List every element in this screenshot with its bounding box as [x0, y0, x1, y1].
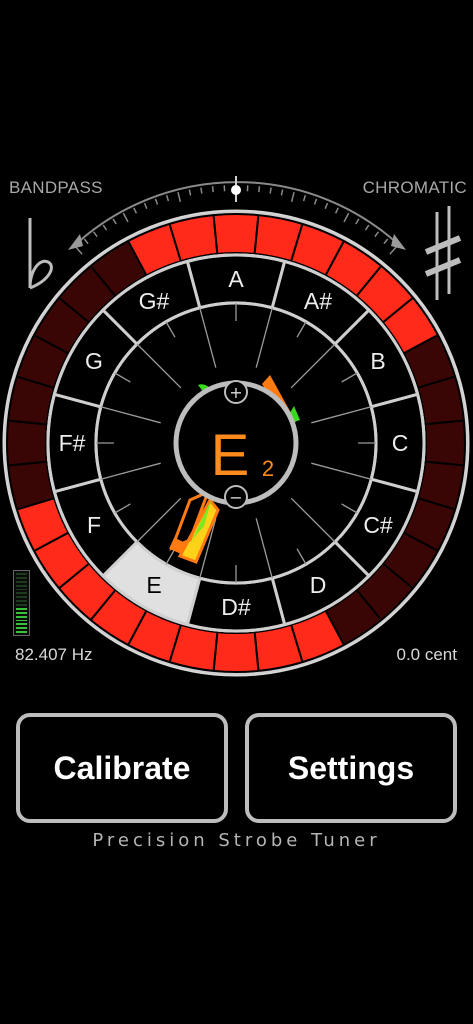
note-label: C#	[363, 512, 393, 538]
mode-arc-tick	[154, 198, 159, 205]
note-label: G	[85, 348, 103, 374]
signal-bar	[16, 607, 27, 610]
signal-bar	[16, 588, 27, 591]
svg-text:−: −	[229, 488, 242, 507]
mode-arc-tick	[102, 224, 108, 231]
frequency-readout: 82.407 Hz	[15, 645, 93, 664]
signal-bar	[16, 592, 27, 595]
mode-arc-tick	[280, 189, 284, 196]
signal-bar	[16, 573, 27, 575]
app-title-footer: Precision Strobe Tuner	[92, 830, 381, 851]
mode-arc-tick	[165, 195, 170, 202]
mode-arc-tick	[324, 202, 329, 209]
mode-arc-tick	[112, 218, 117, 225]
mode-arc-tick	[92, 231, 98, 238]
mode-arc-tick	[313, 198, 318, 205]
note-label: E	[146, 572, 161, 598]
signal-level-meter	[13, 570, 30, 636]
sensitivity-plus-button[interactable]: +	[224, 380, 248, 404]
signal-bar	[16, 615, 27, 618]
signal-bar	[16, 596, 27, 599]
mode-arc-tick	[74, 246, 83, 255]
current-octave-label: 2	[262, 456, 274, 481]
note-label: A#	[304, 288, 332, 314]
mode-arc-tick	[364, 224, 370, 231]
strobe-segment	[212, 630, 260, 673]
signal-bar	[16, 576, 27, 579]
note-label: D	[310, 572, 327, 598]
sensitivity-minus-button[interactable]: −	[224, 485, 248, 509]
mode-arc-tick	[389, 246, 398, 255]
flat-icon[interactable]	[28, 218, 53, 290]
strobe-segment	[6, 419, 49, 467]
mode-arc-tick	[374, 231, 380, 238]
arrow-right-icon	[391, 234, 406, 250]
mode-arc-tick	[302, 195, 307, 202]
mode-arc-tick	[177, 191, 182, 203]
mode-arc-tick	[133, 207, 138, 214]
note-label: B	[370, 348, 385, 374]
strobe-segment	[212, 213, 260, 256]
note-label: A	[228, 266, 244, 292]
mode-arc-tick	[258, 186, 261, 193]
signal-bar	[16, 627, 27, 630]
strobe-segment	[423, 419, 466, 467]
mode-arc-tick	[269, 187, 272, 194]
settings-button[interactable]: Settings	[245, 713, 457, 823]
signal-bar	[16, 584, 27, 587]
signal-bar	[16, 580, 27, 583]
mode-arc-tick	[143, 202, 148, 209]
signal-bar	[16, 631, 27, 633]
note-label: D#	[221, 594, 251, 620]
arrow-left-icon	[68, 234, 83, 250]
mode-arc-tick	[83, 238, 89, 245]
current-note-label: E	[211, 423, 250, 488]
mode-arc-tick	[211, 186, 214, 193]
mode-arc-tick	[188, 189, 192, 196]
sharp-icon[interactable]	[424, 206, 462, 300]
mode-arc-tick	[334, 207, 339, 214]
mode-indicator-knob[interactable]	[231, 185, 241, 195]
note-label: C	[392, 430, 409, 456]
mode-arc-tick	[122, 212, 129, 223]
note-label: F#	[59, 430, 86, 456]
signal-bar	[16, 619, 27, 622]
cents-readout: 0.0 cent	[396, 645, 458, 664]
mode-arc-tick	[200, 187, 203, 194]
signal-bar	[16, 604, 27, 606]
mode-arc-tick	[290, 191, 295, 203]
mode-arc-tick	[343, 212, 350, 223]
svg-text:+: +	[229, 383, 242, 402]
note-label: G#	[139, 288, 170, 314]
note-label: F	[87, 512, 101, 538]
strobe-tuner-dial: A A# B C C# D D# E F F# G G# E 2 + −	[2, 176, 470, 677]
mode-arc-tick	[383, 238, 389, 245]
signal-bar	[16, 623, 27, 626]
signal-bar	[16, 600, 27, 602]
mode-arc-tick	[355, 218, 360, 225]
calibrate-button[interactable]: Calibrate	[16, 713, 228, 823]
signal-bar	[16, 611, 27, 614]
